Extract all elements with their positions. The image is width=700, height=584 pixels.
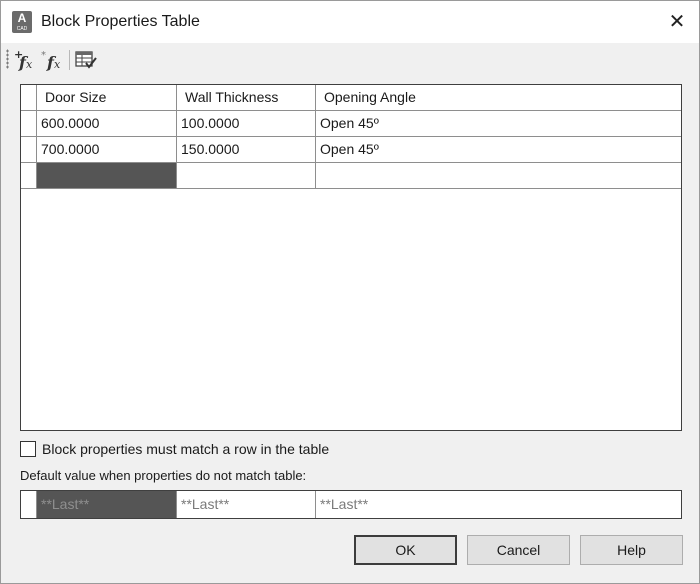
table-cell[interactable]: 700.0000 — [37, 137, 177, 163]
table-row: 700.0000 150.0000 Open 45º — [21, 137, 681, 163]
table-cell[interactable]: 100.0000 — [177, 111, 316, 137]
properties-table-grid[interactable]: Door Size Wall Thickness Opening Angle 6… — [20, 84, 682, 431]
svg-text:x: x — [26, 58, 33, 71]
app-icon-letter: A — [17, 11, 27, 25]
help-button[interactable]: Help — [580, 535, 683, 565]
toolbar: + f x * f x — [1, 43, 699, 77]
cancel-button[interactable]: Cancel — [467, 535, 570, 565]
row-selector[interactable] — [21, 137, 37, 163]
toolbar-separator — [69, 50, 70, 70]
default-value-cell[interactable]: **Last** — [177, 491, 316, 518]
close-icon: ✕ — [668, 11, 686, 33]
row-selector[interactable] — [21, 163, 37, 189]
default-row-selector — [21, 491, 37, 518]
table-cell[interactable]: 600.0000 — [37, 111, 177, 137]
audit-table-icon — [75, 51, 97, 69]
row-selector[interactable] — [21, 111, 37, 137]
audit-table-button[interactable] — [74, 48, 98, 72]
table-cell[interactable] — [316, 163, 681, 189]
table-row: 600.0000 100.0000 Open 45º — [21, 111, 681, 137]
new-table-row — [21, 163, 681, 189]
block-properties-table-dialog: A CAD Block Properties Table ✕ + f x * f… — [0, 0, 700, 584]
app-icon-subtext: CAD — [16, 26, 28, 32]
add-user-parameter-button[interactable]: + f x — [13, 48, 37, 72]
add-user-parameter-icon: + f x — [14, 49, 33, 71]
table-header-row: Door Size Wall Thickness Opening Angle — [21, 85, 681, 111]
must-match-checkbox[interactable] — [20, 441, 36, 457]
row-header-corner[interactable] — [21, 85, 37, 111]
close-button[interactable]: ✕ — [659, 5, 695, 39]
must-match-label[interactable]: Block properties must match a row in the… — [42, 440, 329, 458]
column-header-opening-angle[interactable]: Opening Angle — [316, 85, 681, 111]
default-value-cell[interactable]: **Last** — [37, 491, 177, 518]
autocad-app-icon: A CAD — [12, 11, 32, 33]
window-title: Block Properties Table — [41, 13, 200, 30]
add-property-icon: * f x — [41, 50, 61, 71]
title-bar: A CAD Block Properties Table ✕ — [1, 1, 699, 43]
add-property-button[interactable]: * f x — [41, 48, 65, 72]
ok-button[interactable]: OK — [354, 535, 457, 565]
default-value-cell[interactable]: **Last** — [316, 491, 681, 518]
table-cell[interactable]: Open 45º — [316, 137, 681, 163]
svg-text:*: * — [41, 50, 46, 61]
column-header-door-size[interactable]: Door Size — [37, 85, 177, 111]
column-header-wall-thickness[interactable]: Wall Thickness — [177, 85, 316, 111]
selected-new-cell[interactable] — [37, 163, 177, 189]
table-cell[interactable]: 150.0000 — [177, 137, 316, 163]
default-value-label: Default value when properties do not mat… — [20, 468, 307, 483]
table-cell[interactable]: Open 45º — [316, 111, 681, 137]
toolbar-grip[interactable] — [6, 49, 9, 69]
default-values-grid: **Last** **Last** **Last** — [20, 490, 682, 519]
table-cell[interactable] — [177, 163, 316, 189]
svg-text:x: x — [54, 58, 61, 71]
